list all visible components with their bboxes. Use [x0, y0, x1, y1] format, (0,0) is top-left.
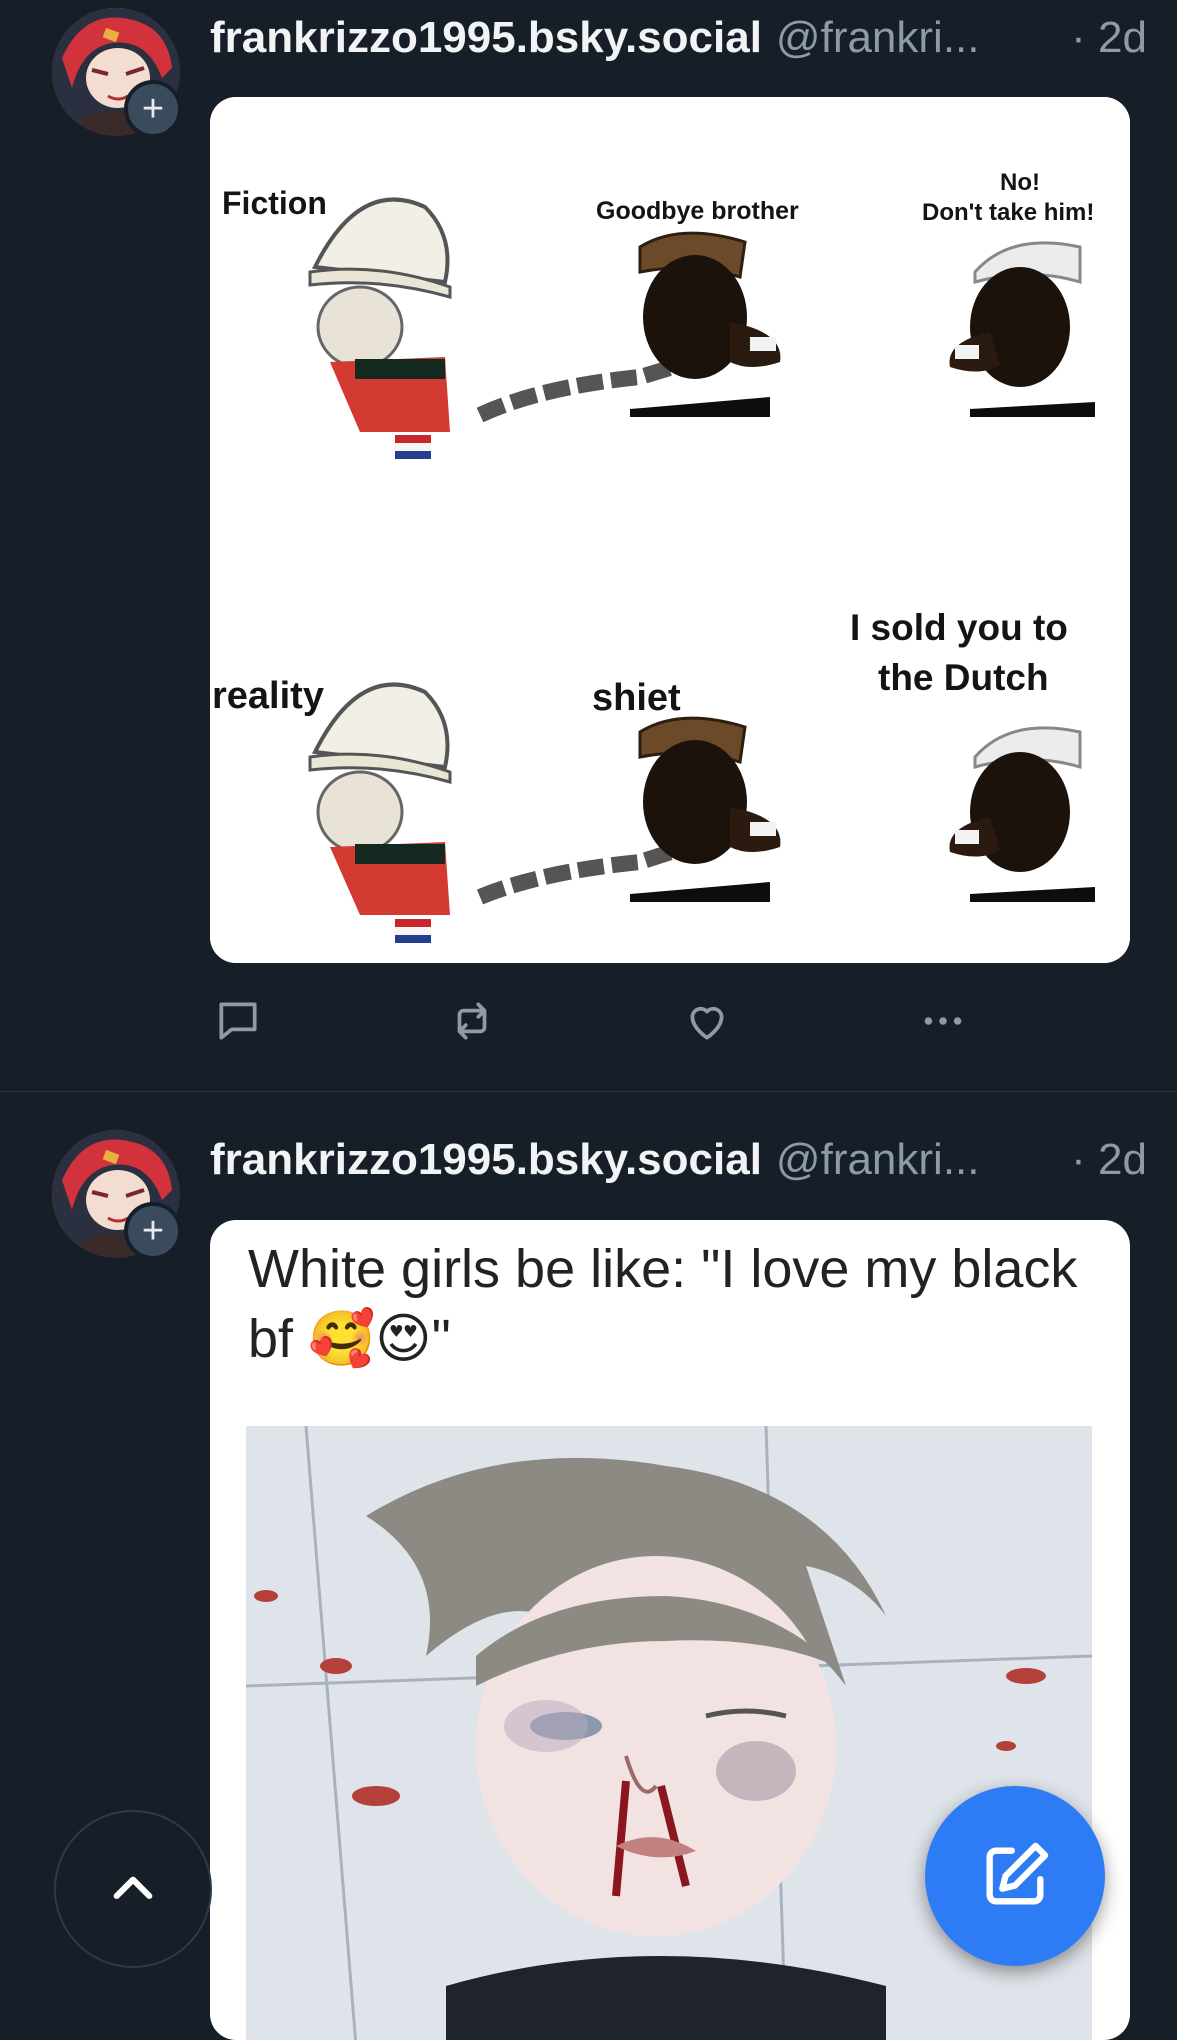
meme-label-sold-2: the Dutch	[878, 657, 1049, 698]
post-timestamp[interactable]: · 2d	[1071, 1135, 1147, 1185]
post-header: frankrizzo1995.bsky.social @frankri... ·…	[210, 8, 1147, 68]
meme-label-sold-1: I sold you to	[850, 607, 1068, 648]
meme-caption-line1: White girls be like: "I love my black	[248, 1239, 1078, 1299]
author-avatar[interactable]: +	[52, 8, 182, 138]
scroll-to-top-button[interactable]	[54, 1810, 212, 1968]
author-handle[interactable]: @frankri...	[776, 1135, 980, 1185]
meme-label-goodbye: Goodbye brother	[596, 197, 799, 225]
feed-post[interactable]: + frankrizzo1995.bsky.social @frankri...…	[0, 0, 1177, 1092]
reply-button[interactable]	[210, 993, 266, 1049]
like-button[interactable]	[679, 993, 735, 1049]
repost-arrows-icon	[457, 1002, 487, 1040]
speech-bubble-icon	[219, 1002, 257, 1040]
more-options-button[interactable]	[915, 993, 971, 1049]
post-timestamp[interactable]: · 2d	[1071, 13, 1147, 63]
post-header: frankrizzo1995.bsky.social @frankri... ·…	[210, 1130, 1147, 1190]
heart-icon	[690, 1006, 724, 1040]
author-display-name[interactable]: frankrizzo1995.bsky.social	[210, 13, 762, 63]
pencil-square-icon	[986, 1842, 1049, 1905]
emoji: 🥰😍	[308, 1309, 432, 1369]
ellipsis-icon	[924, 1017, 962, 1025]
follow-plus-icon[interactable]: +	[124, 80, 182, 138]
post-actions	[210, 993, 1010, 1053]
meme-label-reality: reality	[212, 675, 324, 717]
meme-label-fiction: Fiction	[222, 185, 327, 221]
author-avatar[interactable]: +	[52, 1130, 182, 1260]
meme-label-dont-take: Don't take him!	[922, 199, 1095, 226]
meme-label-shiet: shiet	[592, 677, 681, 719]
post-image[interactable]: Fiction Goodbye brother No! Don't take h…	[210, 97, 1130, 963]
compose-post-button[interactable]	[925, 1786, 1105, 1966]
meme-label-no: No!	[1000, 169, 1040, 196]
author-display-name[interactable]: frankrizzo1995.bsky.social	[210, 1135, 762, 1185]
meme-caption: White girls be like: "I love my black bf…	[248, 1234, 1090, 1374]
chevron-up-icon	[113, 1876, 153, 1900]
repost-button[interactable]	[444, 993, 500, 1049]
author-handle[interactable]: @frankri...	[776, 13, 980, 63]
meme-caption-line2: bf 🥰😍"	[248, 1309, 451, 1369]
follow-plus-icon[interactable]: +	[124, 1202, 182, 1260]
